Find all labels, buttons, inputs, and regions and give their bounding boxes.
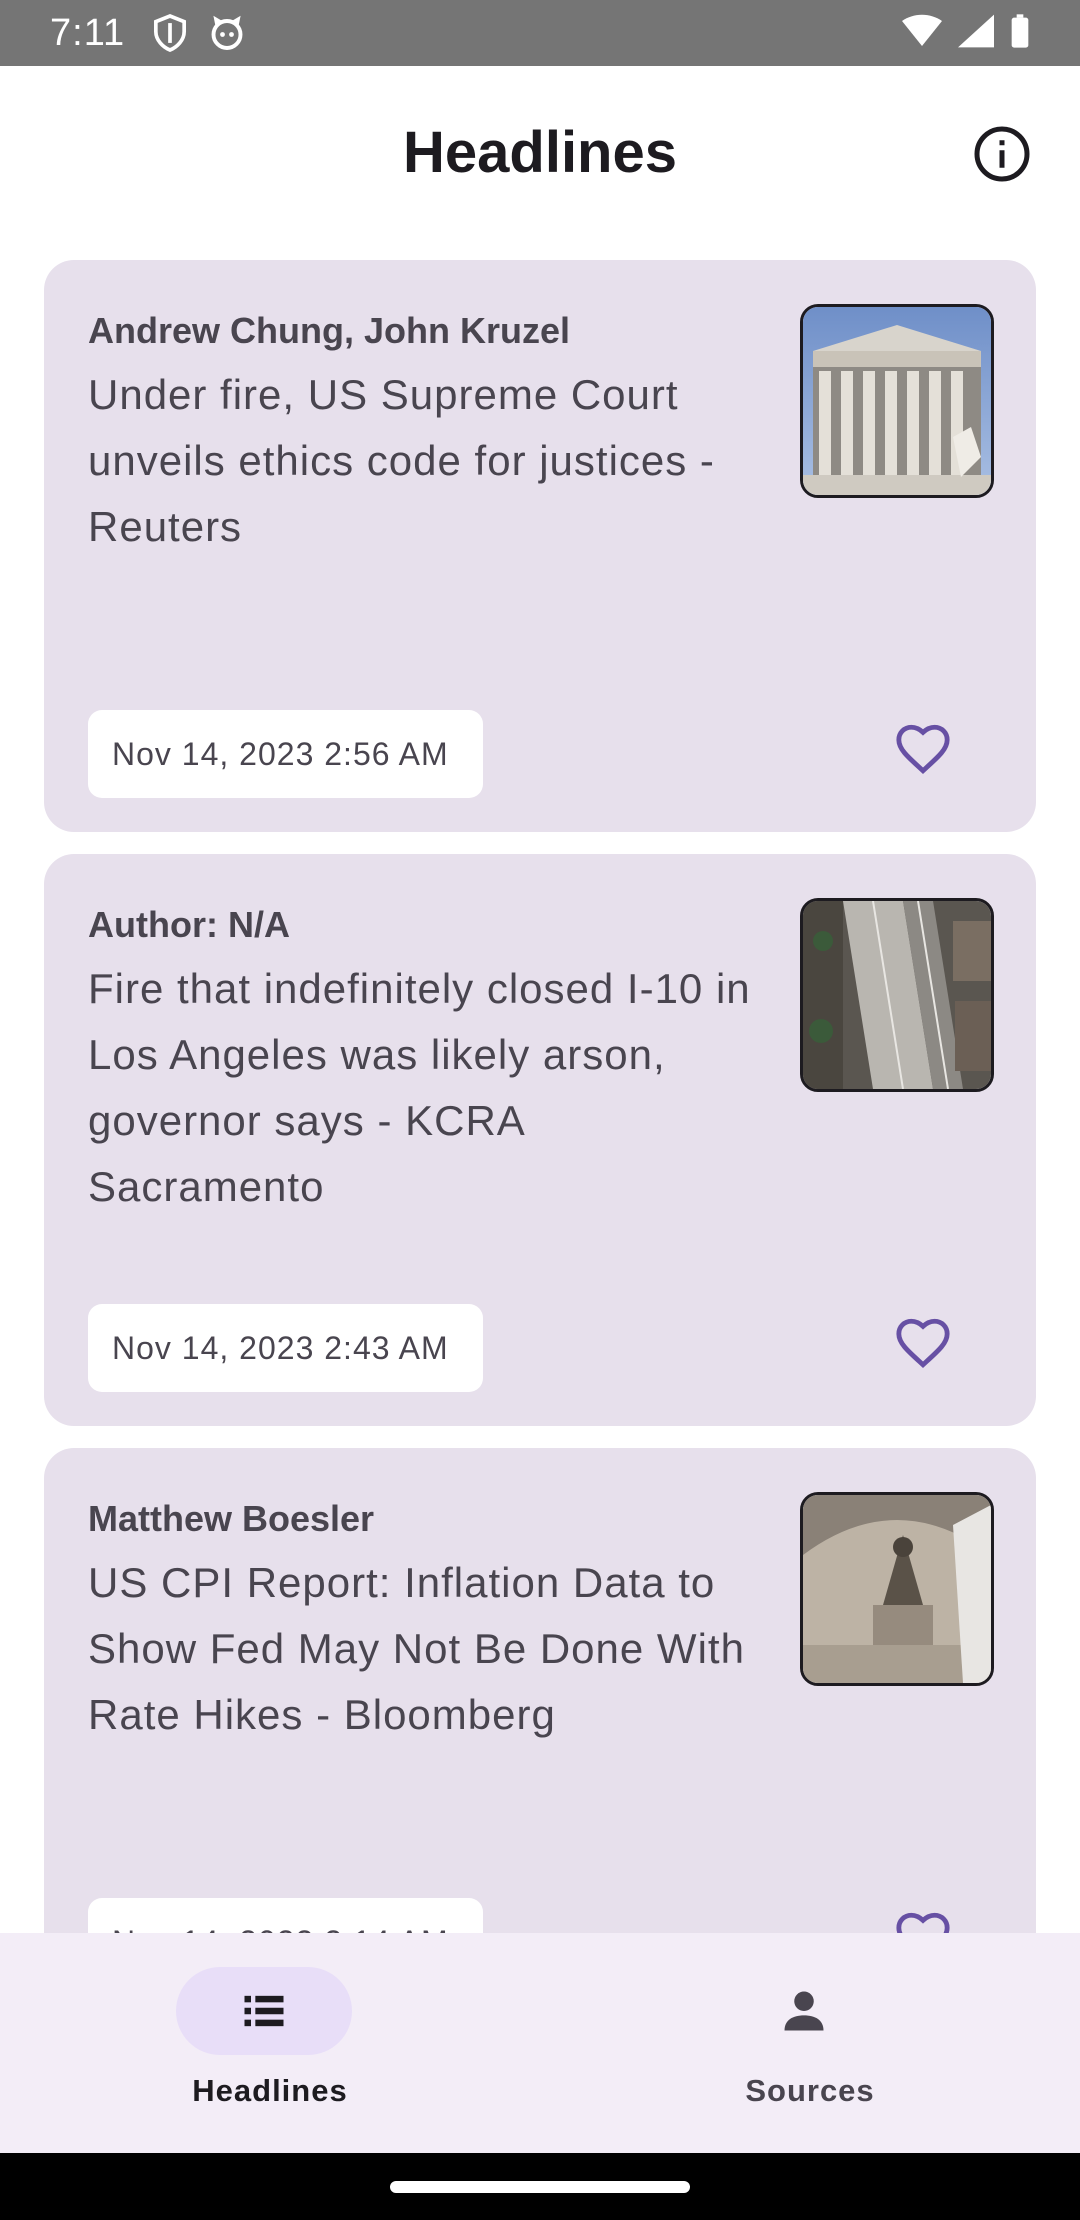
nav-indicator	[716, 1967, 892, 2055]
favorite-button[interactable]	[890, 716, 956, 782]
article-title: US CPI Report: Inflation Data to Show Fe…	[88, 1559, 745, 1738]
article-author: Andrew Chung, John Kruzel	[88, 310, 570, 351]
article-thumbnail	[800, 304, 994, 498]
article-card[interactable]: Matthew Boesler US CPI Report: Inflation…	[44, 1448, 1036, 1933]
status-time: 7:11	[50, 11, 126, 54]
article-date: Nov 14, 2023 2:56 AM	[88, 710, 483, 798]
article-title: Under fire, US Supreme Court unveils eth…	[88, 371, 715, 550]
top-app-bar: Headlines	[0, 66, 1080, 246]
article-author: Author: N/A	[88, 904, 290, 945]
shield-icon	[153, 14, 187, 52]
heart-outline-icon	[896, 1912, 950, 1933]
article-title: Fire that indefinitely closed I-10 in Lo…	[88, 965, 751, 1210]
home-gesture-handle[interactable]	[390, 2181, 690, 2193]
cat-face-icon	[209, 15, 245, 51]
bottom-navigation: Headlines Sources	[0, 1933, 1080, 2153]
article-card[interactable]: Author: N/A Fire that indefinitely close…	[44, 854, 1036, 1426]
nav-label-sources: Sources	[745, 2073, 875, 2108]
article-thumbnail	[800, 1492, 994, 1686]
person-icon	[784, 1991, 824, 2031]
nav-item-sources[interactable]: Sources	[540, 1933, 1080, 2153]
info-icon	[974, 126, 1030, 182]
headline-feed[interactable]: Andrew Chung, John Kruzel Under fire, US…	[0, 246, 1080, 1933]
wifi-icon	[902, 14, 942, 53]
heart-outline-icon	[896, 724, 950, 775]
nav-item-headlines[interactable]: Headlines	[0, 1933, 540, 2153]
favorite-button[interactable]	[890, 1310, 956, 1376]
article-date: Nov 14, 2023 2:14 AM	[88, 1898, 483, 1933]
heart-outline-icon	[896, 1318, 950, 1369]
info-button[interactable]	[969, 121, 1035, 187]
article-thumbnail	[800, 898, 994, 1092]
page-title: Headlines	[403, 120, 677, 185]
list-icon	[244, 1995, 284, 2027]
nav-label-headlines: Headlines	[192, 2073, 348, 2108]
article-date: Nov 14, 2023 2:43 AM	[88, 1304, 483, 1392]
status-bar: 7:11	[0, 0, 1080, 66]
cell-signal-icon	[958, 14, 994, 53]
article-card[interactable]: Andrew Chung, John Kruzel Under fire, US…	[44, 260, 1036, 832]
nav-active-indicator	[176, 1967, 352, 2055]
gesture-navigation-bar	[0, 2153, 1080, 2220]
favorite-button[interactable]	[890, 1904, 956, 1933]
battery-icon	[1010, 13, 1030, 53]
article-author: Matthew Boesler	[88, 1498, 375, 1539]
